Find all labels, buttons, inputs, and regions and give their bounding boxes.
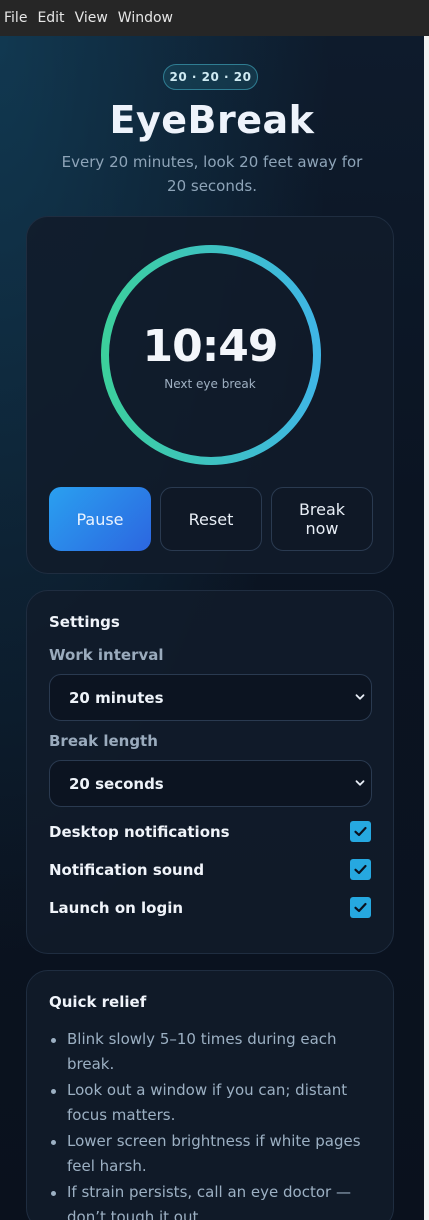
toggle-label: Desktop notifications (49, 823, 230, 841)
toggle-label: Launch on login (49, 899, 184, 917)
list-item: Lower screen brightness if white pages f… (49, 1129, 379, 1179)
list-item: Look out a window if you can; distant fo… (49, 1078, 379, 1128)
toggle-desktop-notifications: Desktop notifications (49, 821, 372, 845)
timer-card: 10:49 Next eye break Pause Reset Break n… (26, 216, 394, 574)
check-icon (354, 864, 367, 875)
break-length-label: Break length (49, 732, 158, 750)
tips-list: Blink slowly 5–10 times during each brea… (49, 1027, 379, 1220)
work-interval-label: Work interval (49, 646, 164, 664)
break-now-button[interactable]: Break now (271, 487, 373, 551)
menu-window[interactable]: Window (113, 0, 178, 36)
work-interval-select[interactable]: 20 minutes (49, 674, 372, 721)
tip-text: If strain persists, call an eye doctor —… (67, 1183, 351, 1220)
tip-text: Look out a window if you can; distant fo… (67, 1081, 348, 1124)
toggle-notification-sound: Notification sound (49, 859, 372, 883)
bullet-icon (51, 1038, 56, 1043)
notification-sound-checkbox[interactable] (350, 859, 371, 880)
launch-on-login-checkbox[interactable] (350, 897, 371, 918)
check-icon (354, 902, 367, 913)
menu-view[interactable]: View (70, 0, 113, 36)
menu-edit[interactable]: Edit (32, 0, 69, 36)
break-length-select[interactable]: 20 seconds (49, 760, 372, 807)
break-length-value: 20 seconds (69, 774, 164, 793)
toggle-label: Notification sound (49, 861, 205, 879)
check-icon (354, 826, 367, 837)
chevron-down-icon (355, 780, 365, 786)
app-subtitle: Every 20 minutes, look 20 feet away for … (61, 153, 363, 195)
tip-text: Lower screen brightness if white pages f… (67, 1132, 361, 1175)
countdown-time: 10:49 (142, 321, 278, 372)
app-title: EyeBreak (109, 98, 315, 142)
bullet-icon (51, 1140, 56, 1145)
quick-relief-title: Quick relief (49, 993, 147, 1011)
chevron-down-icon (355, 694, 365, 700)
tip-text: Blink slowly 5–10 times during each brea… (67, 1030, 337, 1073)
quick-relief-card: Quick relief Blink slowly 5–10 times dur… (26, 970, 394, 1220)
desktop-notifications-checkbox[interactable] (350, 821, 371, 842)
pause-button[interactable]: Pause (49, 487, 151, 551)
reset-button[interactable]: Reset (160, 487, 262, 551)
settings-title: Settings (49, 613, 120, 631)
rule-badge: 20 · 20 · 20 (163, 64, 258, 90)
list-item: Blink slowly 5–10 times during each brea… (49, 1027, 379, 1077)
app-window: 20 · 20 · 20 EyeBreak Every 20 minutes, … (0, 36, 424, 1220)
menu-bar: File Edit View Window (0, 0, 429, 37)
settings-card: Settings Work interval 20 minutes Break … (26, 590, 394, 954)
bullet-icon (51, 1089, 56, 1094)
bullet-icon (51, 1191, 56, 1196)
toggle-launch-on-login: Launch on login (49, 897, 372, 921)
menu-file[interactable]: File (0, 0, 32, 36)
window-edge (424, 36, 429, 1220)
countdown-caption: Next eye break (164, 377, 256, 391)
list-item: If strain persists, call an eye doctor —… (49, 1180, 379, 1220)
work-interval-value: 20 minutes (69, 688, 164, 707)
